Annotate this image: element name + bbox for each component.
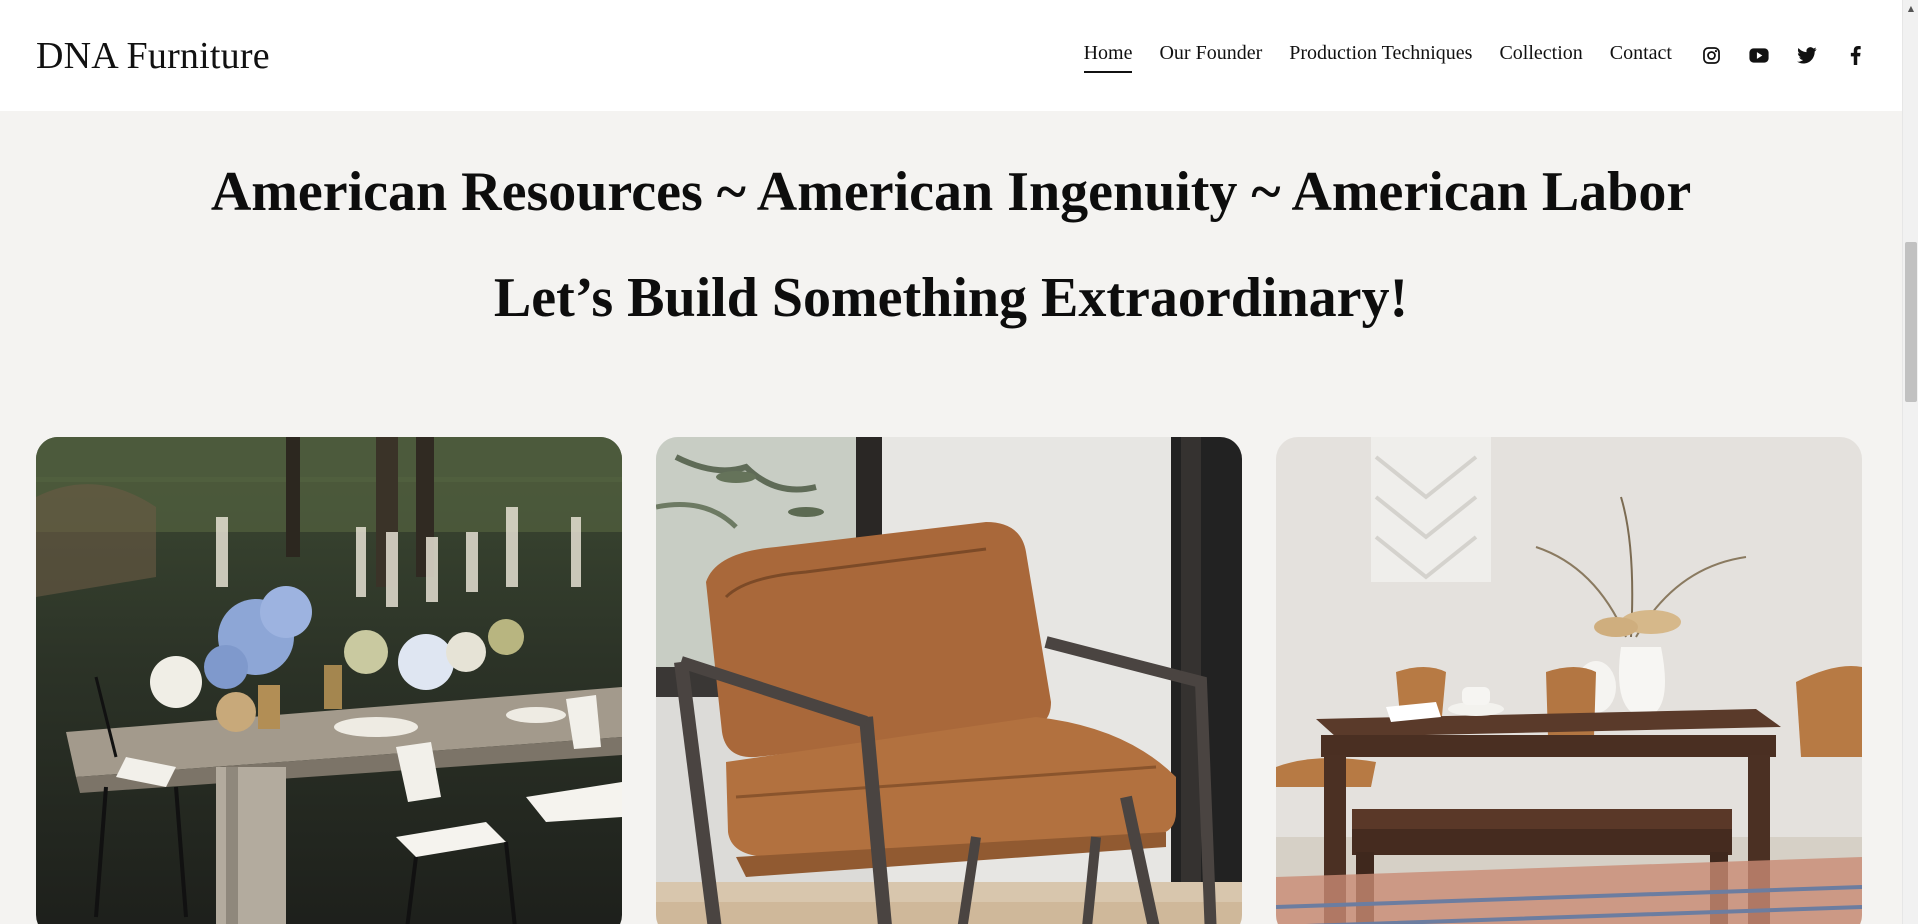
- site-header: DNA Furniture Home Our Founder Productio…: [0, 0, 1902, 111]
- nav-home[interactable]: Home: [1083, 42, 1132, 73]
- scroll-up-arrow-icon[interactable]: ▲: [1903, 0, 1918, 16]
- brand-logo[interactable]: DNA Furniture: [36, 34, 270, 78]
- nav-collection[interactable]: Collection: [1499, 42, 1582, 69]
- main-nav: Home Our Founder Production Techniques C…: [1057, 42, 1866, 73]
- nav-production-techniques[interactable]: Production Techniques: [1289, 42, 1472, 69]
- social-links: [1700, 45, 1866, 67]
- youtube-icon[interactable]: [1748, 45, 1770, 67]
- dining-set-photo[interactable]: [1276, 437, 1862, 924]
- hero-headline: American Resources ~ American Ingenuity …: [210, 161, 1692, 223]
- hero-subheadline: Let’s Build Something Extraordinary!: [493, 267, 1409, 329]
- facebook-icon[interactable]: [1844, 45, 1866, 67]
- nav-our-founder[interactable]: Our Founder: [1159, 42, 1262, 69]
- twitter-icon[interactable]: [1796, 45, 1818, 67]
- leather-lounge-chair-photo[interactable]: [656, 437, 1242, 924]
- outdoor-dining-table-photo[interactable]: [36, 437, 622, 924]
- image-gallery: [36, 437, 1862, 924]
- scrollbar[interactable]: ▲: [1902, 0, 1918, 924]
- instagram-icon[interactable]: [1700, 45, 1722, 67]
- scroll-thumb[interactable]: [1905, 242, 1917, 402]
- nav-contact[interactable]: Contact: [1610, 42, 1672, 69]
